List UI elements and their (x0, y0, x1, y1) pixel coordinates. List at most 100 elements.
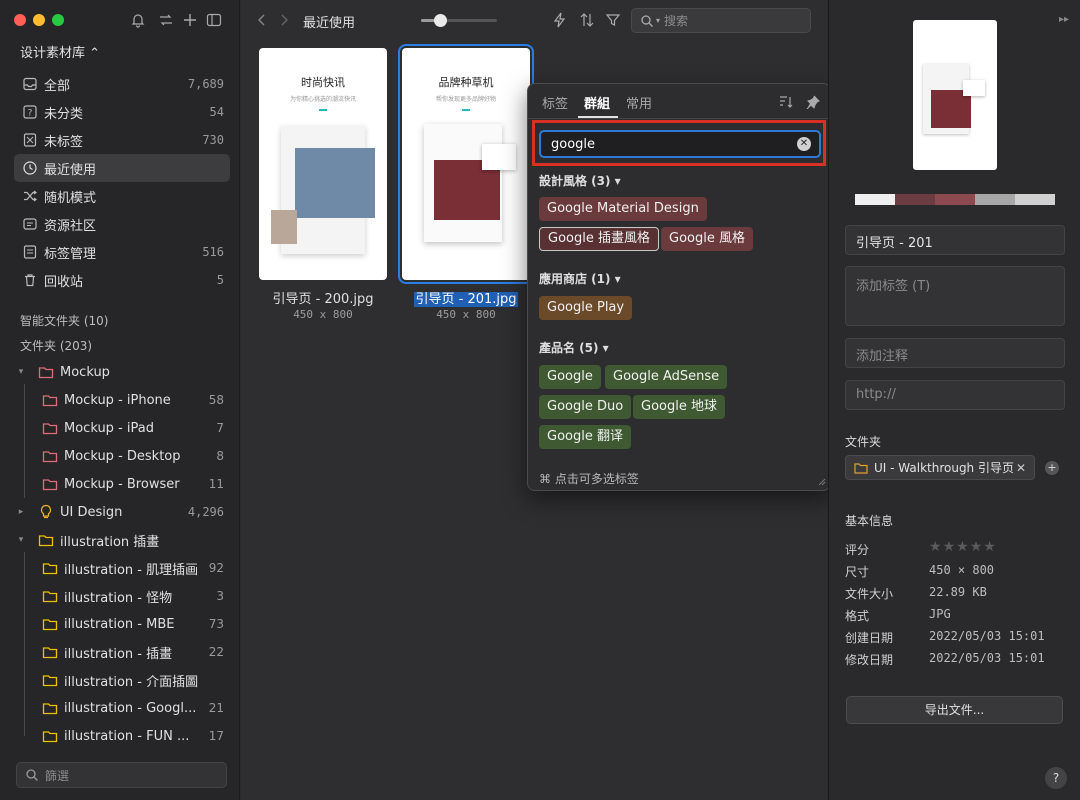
folder-illustration-texture[interactable]: illustration - 肌理插画 92 (34, 554, 230, 582)
folder-mockup[interactable]: ▾ Mockup (14, 358, 230, 386)
sidebar-item-random[interactable]: 随机模式 (14, 182, 230, 210)
star-icon[interactable]: ★ (929, 539, 942, 555)
url-field[interactable]: http:// (845, 380, 1065, 410)
preview-image[interactable] (913, 20, 997, 170)
asset-thumbnail[interactable]: 时尚快讯 为你精心挑选的潮流快讯 (259, 48, 387, 280)
sidebar-toggle-icon[interactable] (206, 12, 222, 28)
folder-illustration[interactable]: ▾ illustration 插畫 (14, 526, 230, 554)
sort-icon[interactable] (579, 12, 595, 28)
bell-icon[interactable] (130, 12, 146, 28)
tag-google-duo[interactable]: Google Duo (539, 395, 632, 419)
chevron-down-icon[interactable]: ▾ (656, 16, 660, 25)
folders-header[interactable]: 文件夹 (203) (20, 337, 92, 354)
pin-icon[interactable] (806, 95, 820, 109)
filter-funnel-icon[interactable] (605, 12, 621, 28)
sidebar-item-recent[interactable]: 最近使用 (14, 154, 230, 182)
tag-google-illustration-style[interactable]: Google 插畫風格 (539, 227, 659, 251)
group-title-design-style[interactable]: 設計風格 (3) ▾ (539, 172, 621, 189)
palette-swatch[interactable] (1015, 194, 1055, 205)
chevron-down-icon[interactable]: ▾ (14, 367, 28, 377)
export-button[interactable]: 导出文件... (846, 696, 1063, 724)
folder-illustration-google[interactable]: illustration - Googl... 21 (34, 694, 230, 722)
zoom-slider[interactable] (421, 14, 497, 27)
tag-google-style[interactable]: Google 風格 (661, 227, 753, 251)
tab-tags[interactable]: 标签 (542, 93, 568, 112)
lightbulb-icon (40, 504, 52, 519)
tag-google-material-design[interactable]: Google Material Design (539, 197, 707, 221)
tag-search-input[interactable]: google ✕ (539, 130, 821, 158)
asset-thumbnail-selected[interactable]: 品牌种草机 帮你发现更多品牌好物 (398, 44, 534, 284)
divider (528, 118, 830, 119)
lightning-icon[interactable] (553, 12, 567, 28)
folder-illustration-fun[interactable]: illustration - FUN ... 17 (34, 722, 230, 750)
folder-yellow-icon (38, 535, 54, 547)
filter-input[interactable]: 篩選 (16, 762, 227, 788)
folder-ui-design[interactable]: ▸ UI Design 4,296 (14, 498, 230, 526)
palette-swatch[interactable] (975, 194, 1015, 205)
forward-icon[interactable] (279, 13, 289, 27)
folder-mockup-browser[interactable]: Mockup - Browser 11 (34, 470, 230, 498)
rating-stars[interactable]: ★★★★★ (929, 539, 997, 555)
star-icon[interactable]: ★ (983, 539, 996, 555)
remove-folder-icon[interactable]: ✕ (1016, 461, 1026, 475)
tab-frequent[interactable]: 常用 (626, 93, 652, 112)
thumbnail-logo-card (482, 144, 516, 170)
tag-google-translate[interactable]: Google 翻译 (539, 425, 631, 449)
tab-groups[interactable]: 群組 (584, 93, 610, 112)
sidebar-item-trash[interactable]: 回收站 5 (14, 266, 230, 294)
asset-name-text[interactable]: 引导页 - 201.jpg (414, 292, 518, 307)
tags-field[interactable]: 添加标签 (T) (845, 266, 1065, 326)
tag-google-earth[interactable]: Google 地球 (633, 395, 725, 419)
folder-illustration-mbe[interactable]: illustration - MBE 73 (34, 610, 230, 638)
sidebar-item-tag-management[interactable]: 标签管理 516 (14, 238, 230, 266)
sidebar-item-community[interactable]: 资源社区 (14, 210, 230, 238)
add-folder-icon[interactable]: + (1045, 461, 1059, 475)
sidebar-item-untagged[interactable]: 未标签 730 (14, 126, 230, 154)
zoom-slider-handle[interactable] (434, 14, 447, 27)
asset-name-selected[interactable]: 引导页 - 201.jpg (386, 288, 546, 307)
chevron-down-icon[interactable]: ▾ (14, 535, 28, 545)
folder-mockup-ipad[interactable]: Mockup - iPad 7 (34, 414, 230, 442)
sidebar-item-all[interactable]: 全部 7,689 (14, 70, 230, 98)
back-icon[interactable] (257, 13, 267, 27)
folder-mockup-desktop[interactable]: Mockup - Desktop 8 (34, 442, 230, 470)
sync-icon[interactable] (158, 12, 174, 28)
sidebar-item-label: 全部 (44, 78, 71, 94)
tag-google-play[interactable]: Google Play (539, 296, 633, 320)
add-icon[interactable] (182, 12, 198, 28)
folder-mockup-iphone[interactable]: Mockup - iPhone 58 (34, 386, 230, 414)
star-icon[interactable]: ★ (943, 539, 956, 555)
search-input[interactable]: ▾ 搜索 (631, 8, 811, 33)
asset-name[interactable]: 引导页 - 200.jpg (243, 288, 403, 307)
star-icon[interactable]: ★ (970, 539, 983, 555)
chevron-right-icon[interactable]: ▸ (14, 507, 28, 517)
group-title-app-store[interactable]: 應用商店 (1) ▾ (539, 270, 621, 287)
tag-google-adsense[interactable]: Google AdSense (605, 365, 728, 389)
clear-icon[interactable]: ✕ (797, 137, 811, 151)
palette-swatch[interactable] (855, 194, 895, 205)
folder-illustration-chahua[interactable]: illustration - 插畫 22 (34, 638, 230, 666)
folder-label: illustration - 怪物 (64, 590, 173, 606)
library-switcher[interactable]: 设计素材库 ⌃ (20, 42, 100, 61)
group-title-product[interactable]: 產品名 (5) ▾ (539, 339, 609, 356)
close-window-button[interactable] (14, 14, 26, 26)
note-field[interactable]: 添加注释 (845, 338, 1065, 368)
folder-illustration-ui[interactable]: illustration - 介面插圖 (34, 666, 230, 694)
sidebar-item-uncategorized[interactable]: ? 未分类 54 (14, 98, 230, 126)
name-field[interactable]: 引导页 - 201 (845, 225, 1065, 255)
help-button[interactable]: ? (1045, 767, 1067, 789)
resize-handle-icon[interactable] (816, 476, 826, 486)
more-icon[interactable]: ▸▸ (1059, 14, 1069, 25)
folder-illustration-monster[interactable]: illustration - 怪物 3 (34, 582, 230, 610)
palette-swatch[interactable] (935, 194, 975, 205)
smart-folders-header[interactable]: 智能文件夹 (10) (20, 312, 108, 329)
star-icons[interactable]: ★★★★★ (929, 539, 997, 555)
folder-chip[interactable]: UI - Walkthrough 引导页 ✕ (845, 455, 1035, 480)
minimize-window-button[interactable] (33, 14, 45, 26)
palette-swatch[interactable] (895, 194, 935, 205)
zoom-window-button[interactable] (52, 14, 64, 26)
svg-text:?: ? (28, 109, 33, 119)
sort-list-icon[interactable] (778, 95, 794, 109)
tag-google[interactable]: Google (539, 365, 601, 389)
star-icon[interactable]: ★ (956, 539, 969, 555)
